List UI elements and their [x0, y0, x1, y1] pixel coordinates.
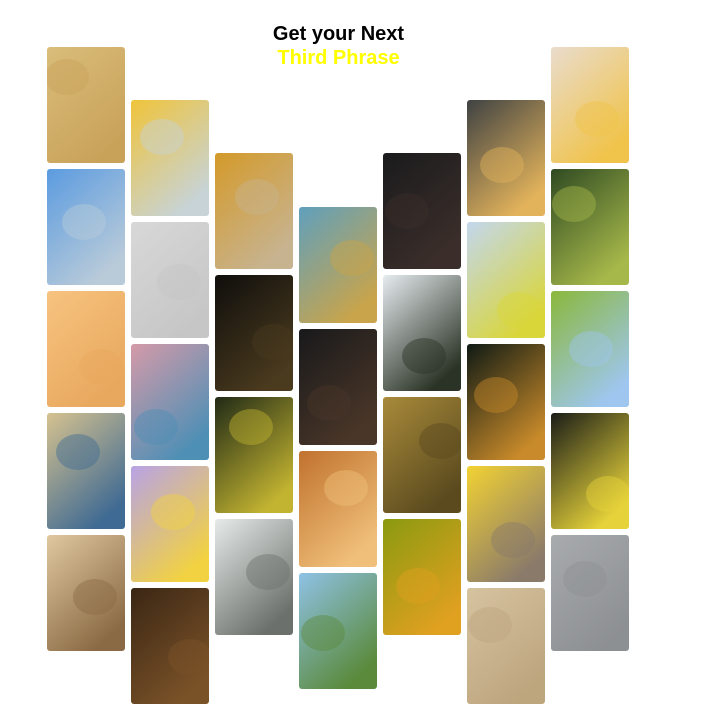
dark-bush-flower-photo-image: [551, 413, 629, 529]
globe-pink-photo-image: [131, 344, 209, 460]
hero-subtitle: Third Phrase: [277, 47, 400, 69]
grey-wall-photo-image: [131, 222, 209, 338]
jeep-wheel-photo-image: [383, 153, 461, 269]
lemon-lavender-photo[interactable]: [131, 466, 209, 582]
sand-photo[interactable]: [467, 588, 545, 704]
yellow-sweater-globe-photo-image: [131, 100, 209, 216]
dark-map-photo[interactable]: [215, 275, 293, 391]
grey-wall-photo[interactable]: [131, 222, 209, 338]
dark-brown-photo[interactable]: [131, 588, 209, 704]
wheat-field-photo-image: [383, 397, 461, 513]
fur-photo[interactable]: [299, 451, 377, 567]
leaf-sky-photo-image: [299, 207, 377, 323]
wall-shadow-photo-image: [47, 413, 125, 529]
lemon-lavender-photo-image: [131, 466, 209, 582]
fur-photo-image: [299, 451, 377, 567]
sky-flowers-photo[interactable]: [467, 222, 545, 338]
dark-brown-photo-image: [131, 588, 209, 704]
pine-trees-photo-image: [383, 275, 461, 391]
leaf-sky-photo[interactable]: [299, 207, 377, 323]
photo-column: [467, 0, 545, 704]
grass-sky-photo[interactable]: [299, 573, 377, 689]
building-sky-photo[interactable]: [47, 169, 125, 285]
dark-map-photo-image: [215, 275, 293, 391]
grains-photo-image: [47, 535, 125, 651]
yellow-ceiling-photo[interactable]: [467, 466, 545, 582]
dark-meadow-photo-image: [215, 397, 293, 513]
photo-column: [551, 0, 629, 651]
concrete-photo[interactable]: [551, 535, 629, 651]
photo-column: [215, 0, 293, 635]
yellow-sweater-globe-photo[interactable]: [131, 100, 209, 216]
globe-amber-photo-image: [215, 153, 293, 269]
dark-leaf-photo[interactable]: [299, 329, 377, 445]
photo-column: [47, 0, 125, 651]
butterfly-olive-photo[interactable]: [383, 519, 461, 635]
grains-photo[interactable]: [47, 535, 125, 651]
buttons-peach-photo[interactable]: [47, 291, 125, 407]
photo-column: [383, 0, 461, 635]
dark-meadow-photo[interactable]: [215, 397, 293, 513]
jeep-wheel-photo[interactable]: [383, 153, 461, 269]
globe-pink-photo[interactable]: [131, 344, 209, 460]
buttons-peach-photo-image: [47, 291, 125, 407]
yellow-ceiling-photo-image: [467, 466, 545, 582]
tropical-leaves-photo-image: [551, 169, 629, 285]
hero-title: Get your Next: [272, 23, 405, 45]
sky-flowers-photo-image: [467, 222, 545, 338]
croissants-photo[interactable]: [467, 100, 545, 216]
building-sky-photo-image: [47, 169, 125, 285]
hero-heading: Get your Next Third Phrase: [0, 22, 677, 70]
butterfly-olive-photo-image: [383, 519, 461, 635]
grass-sky-photo-image: [299, 573, 377, 689]
tropical-leaves-photo[interactable]: [551, 169, 629, 285]
wall-shadow-photo[interactable]: [47, 413, 125, 529]
blurred-rock-photo[interactable]: [215, 519, 293, 635]
dark-green-butterfly-photo[interactable]: [467, 344, 545, 460]
mirror-meadow-photo-image: [551, 291, 629, 407]
globe-amber-photo[interactable]: [215, 153, 293, 269]
concrete-photo-image: [551, 535, 629, 651]
pine-trees-photo[interactable]: [383, 275, 461, 391]
photo-grid: [0, 0, 703, 704]
sand-photo-image: [467, 588, 545, 704]
dark-green-butterfly-photo-image: [467, 344, 545, 460]
blurred-rock-photo-image: [215, 519, 293, 635]
croissants-photo-image: [467, 100, 545, 216]
dark-leaf-photo-image: [299, 329, 377, 445]
mirror-meadow-photo[interactable]: [551, 291, 629, 407]
dark-bush-flower-photo[interactable]: [551, 413, 629, 529]
wheat-field-photo[interactable]: [383, 397, 461, 513]
photo-column: [299, 0, 377, 689]
photo-column: [131, 0, 209, 704]
